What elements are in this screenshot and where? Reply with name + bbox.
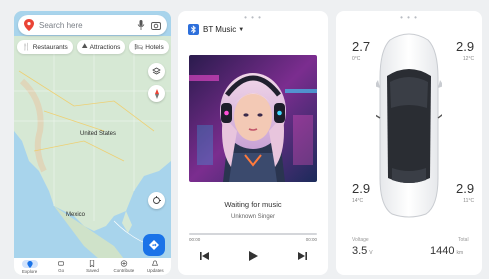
recenter-button[interactable] [148,192,165,209]
album-art [189,55,317,182]
nav-label: Go [58,268,65,273]
range-label: Total [458,237,469,243]
hotel-icon: 🛏 [134,44,144,51]
chip-attractions[interactable]: ⛰ Attractions [76,40,126,54]
search-bar[interactable]: Search here [18,15,167,35]
lens-camera-icon[interactable] [151,21,161,30]
car-top-view-icon [376,33,442,218]
tire-temperature: 0°C [352,56,361,62]
drag-handle[interactable]: • • • [400,14,418,22]
range-value: 1440 [430,245,455,257]
voltage-value: 3.5 [352,245,368,257]
chip-hotels[interactable]: 🛏 Hotels [129,40,169,54]
next-button[interactable] [296,251,308,261]
directions-icon [149,240,159,250]
music-panel: • • • BT Music ▼ Waiting for music Unkno… [178,11,328,275]
skip-next-icon [297,252,307,260]
map-label-mexico: Mexico [66,212,86,218]
nav-saved[interactable]: Saved [77,260,107,273]
directions-button[interactable] [143,234,165,256]
recenter-icon [153,196,161,204]
nav-contribute[interactable]: Contribute [109,260,139,273]
nav-label: Saved [86,268,99,273]
contribute-icon [120,260,128,267]
bluetooth-icon [188,24,199,35]
music-source-selector[interactable]: BT Music ▼ [188,24,244,35]
saved-icon [90,260,95,267]
map-panel[interactable]: Search here 🍴 Restaurants ⛰ Attractions … [14,11,171,275]
nav-go[interactable]: Go [46,260,76,273]
track-artist: Unknown Singer [230,214,276,220]
nav-label: Contribute [113,268,135,273]
play-button[interactable] [247,251,259,261]
chip-label: Hotels [145,43,164,51]
tire-pressure: 2.9 [456,181,475,196]
microphone-icon[interactable] [137,20,145,30]
nav-explore[interactable]: Explore [15,260,45,274]
bottom-navigation: Explore Go Saved Contribute Updates [14,258,171,275]
tire-pressure: 2.7 [352,39,371,54]
tire-temperature: 14°C [352,198,364,204]
total-time: 00:00 [305,237,317,242]
tire-pressure: 2.9 [456,39,475,54]
range-value-group: 1440 km [430,245,463,257]
tire-rear-left: 2.9 14°C [352,181,371,205]
explore-icon [27,260,33,268]
chip-label: Attractions [89,43,121,51]
skip-previous-icon [199,252,209,260]
search-input[interactable]: Search here [39,21,137,30]
album-art-image [189,55,317,182]
compass-button[interactable] [148,85,165,102]
category-chips: 🍴 Restaurants ⛰ Attractions 🛏 Hotels [17,40,169,54]
compass-icon [154,88,159,99]
attractions-icon: ⛰ [81,43,88,50]
drag-handle[interactable]: • • • [244,14,262,22]
map-label-country: United States [80,131,117,137]
vehicle-status-panel: • • • 2.7 0°C 2.9 12°C 2.9 14°C 2.9 11°C… [336,11,482,275]
nav-label: Updates [146,268,164,273]
previous-button[interactable] [198,251,210,261]
tire-pressure: 2.9 [352,181,371,196]
elapsed-time: 00:00 [189,237,201,242]
tire-rear-right: 2.9 11°C [456,181,475,205]
tire-front-right: 2.9 12°C [456,39,475,63]
layers-icon [152,67,161,75]
nav-label: Explore [22,269,38,274]
playback-progress-bar[interactable] [189,233,317,235]
voltage-unit: V [369,250,373,256]
fork-knife-icon: 🍴 [22,44,31,51]
go-icon [58,261,65,266]
voltage-label: Voltage [352,237,369,243]
track-title: Waiting for music [224,200,282,209]
play-icon [248,251,258,261]
tire-temperature: 12°C [462,56,475,62]
layers-button[interactable] [148,63,165,80]
nav-updates[interactable]: Updates [140,260,170,273]
playback-controls [198,251,308,261]
chip-label: Restaurants [32,43,68,51]
map-pin-icon [24,19,34,31]
chevron-down-icon: ▼ [238,26,245,33]
updates-icon [152,260,159,266]
chip-restaurants[interactable]: 🍴 Restaurants [17,40,73,54]
tire-front-left: 2.7 0°C [352,39,371,63]
range-unit: km [456,250,464,256]
music-source-label: BT Music [203,25,237,34]
tire-temperature: 11°C [463,198,475,204]
voltage-value-group: 3.5 V [352,245,373,257]
